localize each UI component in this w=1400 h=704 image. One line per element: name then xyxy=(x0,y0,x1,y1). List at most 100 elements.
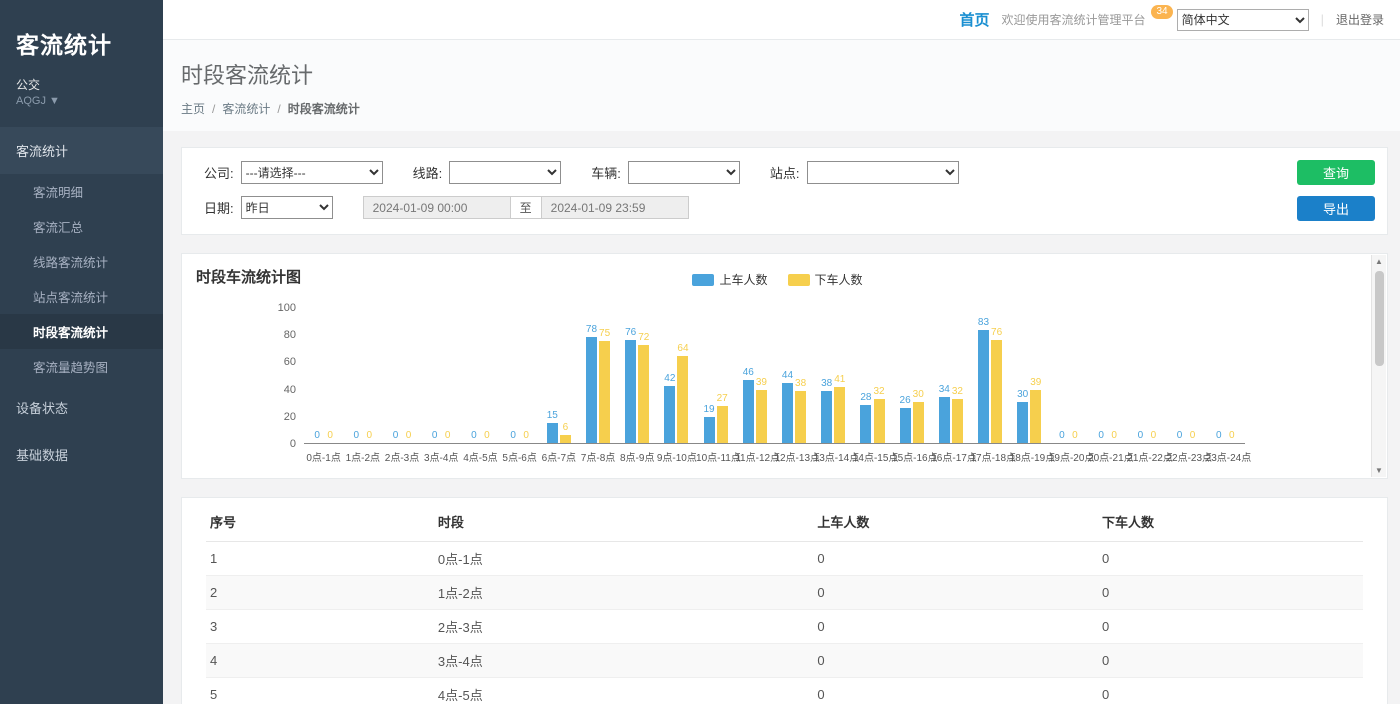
bar-group: 443812点-13点 xyxy=(774,308,813,464)
bar-fill xyxy=(638,345,649,443)
bar-pair: 00 xyxy=(382,308,421,444)
breadcrumb-home[interactable]: 主页 xyxy=(181,100,205,117)
bar-value-label: 6 xyxy=(563,423,569,433)
date-from-input[interactable] xyxy=(363,196,511,219)
bar-column: 0 xyxy=(364,431,375,443)
sidebar-item[interactable]: 客流量趋势图 xyxy=(0,349,163,384)
company-select[interactable]: ---请选择--- xyxy=(241,161,383,184)
x-axis-label: 3点-4点 xyxy=(422,444,461,464)
bar-column: 30 xyxy=(1017,390,1028,443)
sidebar-item[interactable]: 客流汇总 xyxy=(0,209,163,244)
bar-group: 192710点-11点 xyxy=(696,308,735,464)
bar-fill xyxy=(625,340,636,443)
table-cell: 0 xyxy=(813,576,1098,610)
bar-value-label: 34 xyxy=(939,385,950,395)
bar-fill xyxy=(939,397,950,443)
y-axis: 100806040200 xyxy=(270,308,304,444)
table-cell: 5 xyxy=(206,678,434,704)
sidebar-item[interactable]: 时段客流统计 xyxy=(0,314,163,349)
legend-item-boarding[interactable]: 上车人数 xyxy=(692,271,767,288)
bar-pair: 8376 xyxy=(970,308,1009,444)
bar-column: 30 xyxy=(913,390,924,443)
bar-column: 0 xyxy=(481,431,492,443)
bar-column: 0 xyxy=(1109,431,1120,443)
chart-plot: 000点-1点001点-2点002点-3点003点-4点004点-5点005点-… xyxy=(304,308,1245,464)
vehicle-filter: 车辆: xyxy=(591,161,740,184)
station-select[interactable] xyxy=(807,161,959,184)
table-row: 10点-1点00 xyxy=(206,542,1363,576)
bar-column: 46 xyxy=(743,368,754,443)
bar-column: 39 xyxy=(1030,378,1041,443)
app-root: 客流统计 公交 AQGJ ▼ 客流统计客流明细客流汇总线路客流统计站点客流统计时… xyxy=(0,0,1400,704)
bar-value-label: 75 xyxy=(599,329,610,339)
bar-column: 42 xyxy=(664,374,675,443)
sidebar-item[interactable]: 线路客流统计 xyxy=(0,244,163,279)
bar-column: 0 xyxy=(1213,431,1224,443)
bar-value-label: 0 xyxy=(327,431,333,441)
sidebar-item[interactable]: 站点客流统计 xyxy=(0,279,163,314)
x-axis-label: 20点-21点 xyxy=(1088,444,1127,464)
bar-value-label: 0 xyxy=(1111,431,1117,441)
x-axis-label: 14点-15点 xyxy=(853,444,892,464)
home-link[interactable]: 首页 xyxy=(959,9,989,30)
table-cell: 0 xyxy=(813,542,1098,576)
vehicle-select[interactable] xyxy=(628,161,740,184)
bar-column: 0 xyxy=(1096,431,1107,443)
bar-value-label: 0 xyxy=(367,431,373,441)
scroll-down-icon[interactable]: ▼ xyxy=(1375,466,1383,475)
scroll-up-icon[interactable]: ▲ xyxy=(1375,257,1383,266)
sidebar-section[interactable]: 基础数据 xyxy=(0,431,163,478)
org-code-dropdown[interactable]: AQGJ ▼ xyxy=(0,95,163,127)
sidebar-item[interactable]: 客流明细 xyxy=(0,174,163,209)
bar-group: 42649点-10点 xyxy=(657,308,696,464)
bar-group: 0021点-22点 xyxy=(1127,308,1166,464)
bar-value-label: 0 xyxy=(1177,431,1183,441)
sidebar-section[interactable]: 客流统计 xyxy=(0,127,163,174)
x-axis-label: 21点-22点 xyxy=(1127,444,1166,464)
legend-item-alighting[interactable]: 下车人数 xyxy=(788,271,863,288)
bar-column: 26 xyxy=(900,396,911,443)
bar-column: 0 xyxy=(442,431,453,443)
bar-column: 76 xyxy=(625,328,636,443)
chart-scrollbar[interactable]: ▲ ▼ xyxy=(1371,255,1386,477)
x-axis-label: 6点-7点 xyxy=(539,444,578,464)
bar-column: 15 xyxy=(547,411,558,443)
bar-value-label: 38 xyxy=(821,379,832,389)
topbar: 首页 欢迎使用客流统计管理平台 34 简体中文 | 退出登录 xyxy=(163,0,1400,40)
table-body: 10点-1点0021点-2点0032点-3点0043点-4点0054点-5点00… xyxy=(206,542,1363,704)
scrollbar-thumb[interactable] xyxy=(1375,271,1384,366)
date-preset-select[interactable]: 昨日 xyxy=(241,196,333,219)
table-cell: 2 xyxy=(206,576,434,610)
bar-value-label: 0 xyxy=(1072,431,1078,441)
bar-pair: 7672 xyxy=(618,308,657,444)
line-select[interactable] xyxy=(449,161,561,184)
bar-value-label: 38 xyxy=(795,379,806,389)
data-table-panel: 序号 时段 上车人数 下车人数 10点-1点0021点-2点0032点-3点00… xyxy=(181,497,1388,704)
filter-row-1: 公司: ---请选择--- 线路: 车辆: 站点: xyxy=(204,161,1277,184)
bar-value-label: 0 xyxy=(1190,431,1196,441)
bar-group: 76728点-9点 xyxy=(618,308,657,464)
date-to-input[interactable] xyxy=(541,196,689,219)
date-label: 日期: xyxy=(204,198,234,217)
bar-group: 15 6 6点-7点 xyxy=(539,308,578,464)
bar-pair: 00 xyxy=(343,308,382,444)
bar-column: 78 xyxy=(586,325,597,443)
x-axis-label: 1点-2点 xyxy=(343,444,382,464)
bar-group: 001点-2点 xyxy=(343,308,382,464)
logout-link[interactable]: 退出登录 xyxy=(1336,11,1384,28)
breadcrumb-parent[interactable]: 客流统计 xyxy=(222,100,270,117)
bar-value-label: 0 xyxy=(510,431,516,441)
table-cell: 1 xyxy=(206,542,434,576)
bar-column: 0 xyxy=(1226,431,1237,443)
bar-column: 0 xyxy=(521,431,532,443)
export-button[interactable]: 导出 xyxy=(1297,196,1375,221)
query-button[interactable]: 查询 xyxy=(1297,160,1375,185)
bar-value-label: 42 xyxy=(664,374,675,384)
bar-group: 303918点-19点 xyxy=(1010,308,1049,464)
language-select[interactable]: 简体中文 xyxy=(1177,9,1309,31)
chart-legend: 上车人数 下车人数 xyxy=(198,266,1357,288)
notification-badge: 34 xyxy=(1151,5,1172,19)
sidebar-section[interactable]: 设备状态 xyxy=(0,384,163,431)
bar-column: 41 xyxy=(834,375,845,443)
table-row: 32点-3点00 xyxy=(206,610,1363,644)
